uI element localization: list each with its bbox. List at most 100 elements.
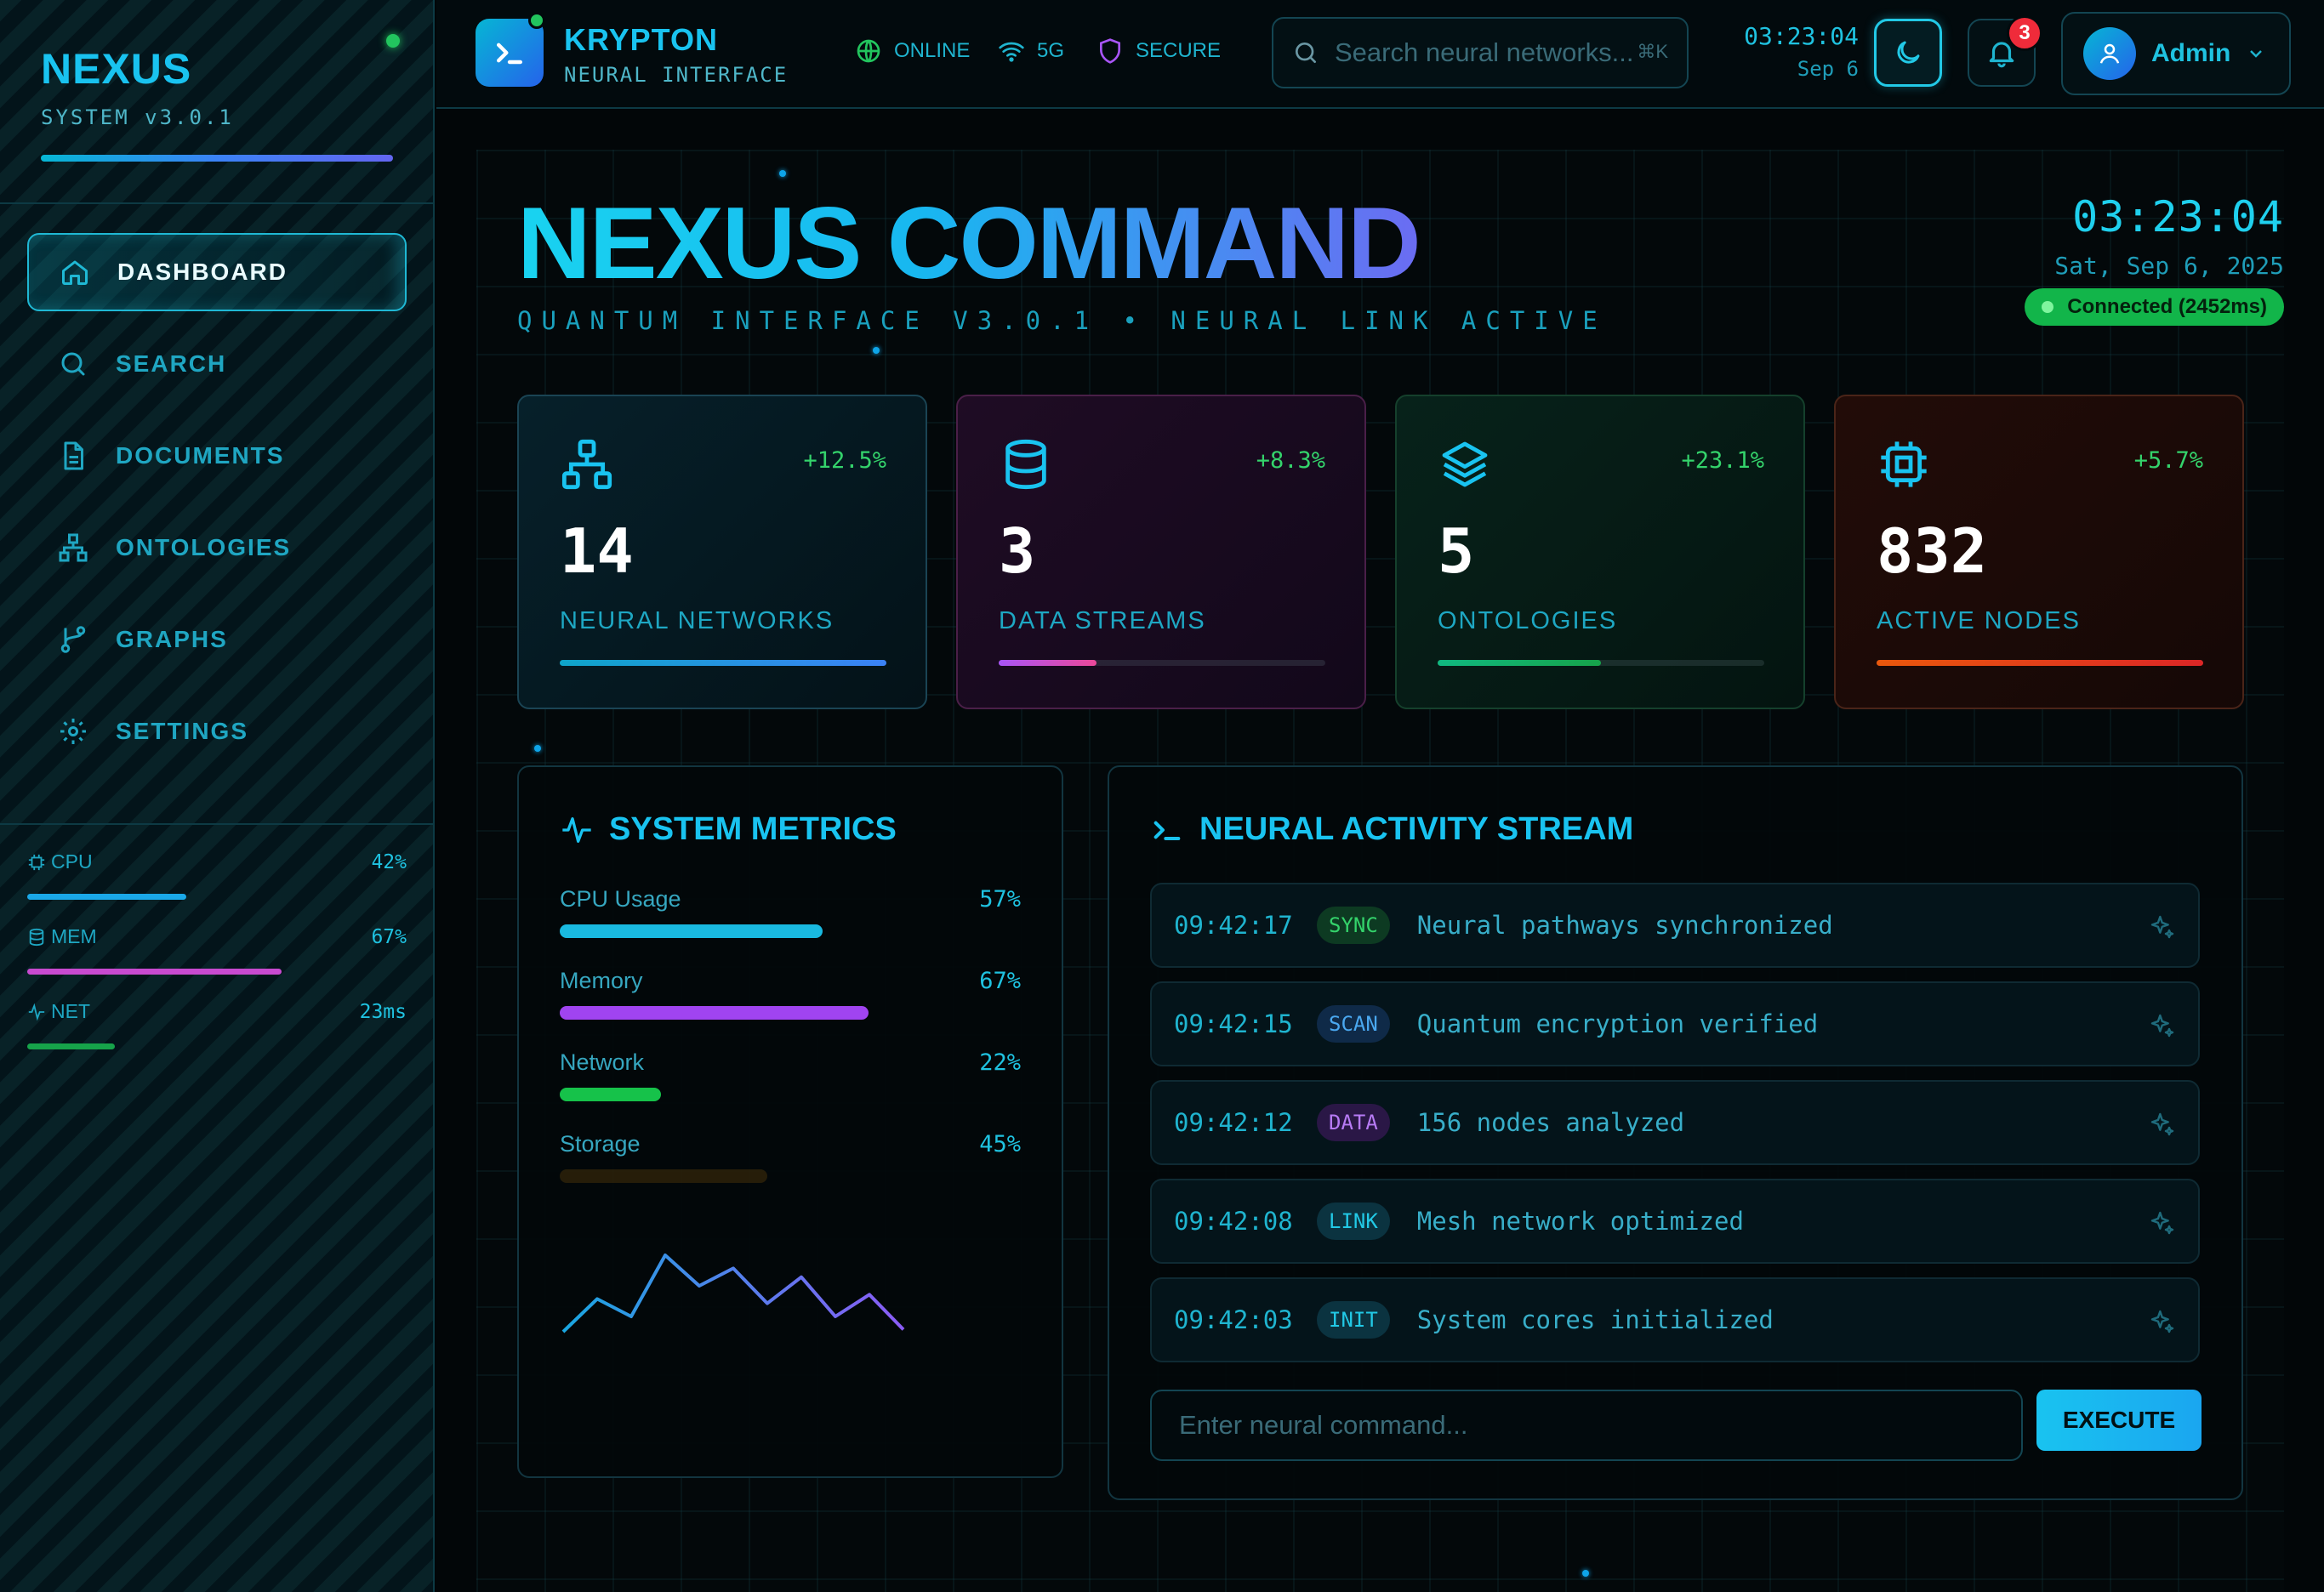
kpi-cards: +12.5% 14 NEURAL NETWORKS +8.3% 3 DATA S…	[517, 395, 2284, 709]
card-ontologies[interactable]: +23.1% 5 ONTOLOGIES	[1395, 395, 1805, 709]
globe-icon	[857, 39, 880, 63]
connection-status: Connected (2452ms)	[2067, 295, 2267, 318]
particle	[534, 745, 541, 752]
sparkles-icon[interactable]	[2149, 1012, 2176, 1039]
top-header: KRYPTON NEURAL INTERFACE ONLINE 5G SECUR…	[436, 0, 2324, 109]
search-shortcut: ⌘K	[1637, 41, 1668, 62]
card-label: NEURAL NETWORKS	[560, 607, 834, 634]
log-entry[interactable]: 09:42:15 SCAN Quantum encryption verifie…	[1150, 981, 2200, 1066]
stat-mem-value: 67%	[371, 925, 407, 948]
shield-icon	[1100, 38, 1120, 64]
activity-stream-panel: NEURAL ACTIVITY STREAM 09:42:17 SYNC Neu…	[1108, 765, 2243, 1500]
card-change: +12.5%	[803, 447, 886, 474]
brand-title: NEXUS	[41, 45, 192, 93]
app-subtitle: NEURAL INTERFACE	[564, 63, 789, 87]
metric-label: CPU Usage	[560, 886, 681, 912]
card-active-nodes[interactable]: +5.7% 832 ACTIVE NODES	[1834, 395, 2244, 709]
log-tag: LINK	[1317, 1203, 1390, 1240]
activity-title: NEURAL ACTIVITY STREAM	[1150, 811, 1633, 848]
command-input[interactable]	[1150, 1390, 2023, 1461]
log-entry[interactable]: 09:42:12 DATA 156 nodes analyzed	[1150, 1080, 2200, 1165]
stat-bar-fill	[27, 1043, 115, 1049]
log-time: 09:42:03	[1174, 1305, 1293, 1334]
search-input[interactable]	[1335, 37, 1641, 68]
nav-item-graphs[interactable]: GRAPHS	[27, 600, 407, 679]
log-tag: SYNC	[1317, 907, 1390, 944]
system-stats: CPU 42% MEM 67% NET 23ms	[27, 850, 407, 1075]
sparkline-path	[561, 1254, 905, 1333]
activity-icon	[562, 816, 591, 843]
status-network-label: 5G	[1037, 39, 1065, 62]
sparkles-icon[interactable]	[2149, 913, 2176, 941]
nav-item-search[interactable]: SEARCH	[27, 325, 407, 403]
metric-memory: Memory 67%	[560, 968, 1021, 1020]
status-online-label: ONLINE	[894, 39, 971, 62]
moon-icon	[1897, 41, 1920, 64]
main-clock: 03:23:04 Sat, Sep 6, 2025 Connected (245…	[1859, 192, 2284, 326]
stat-mem: MEM 67%	[27, 925, 407, 1000]
log-tag: SCAN	[1317, 1005, 1390, 1043]
page-title: NEXUS COMMAND	[517, 186, 1421, 300]
gear-icon	[56, 714, 90, 748]
app-name: KRYPTON	[564, 22, 719, 57]
card-progress	[1438, 660, 1764, 666]
sidebar-nav: DASHBOARD SEARCH DOCUMENTS ONTOLOGIES GR…	[27, 233, 407, 784]
database-icon	[29, 928, 44, 946]
card-value: 5	[1438, 515, 1475, 587]
nav-label: DASHBOARD	[117, 259, 288, 285]
nav-item-dashboard[interactable]: DASHBOARD	[27, 233, 407, 311]
sparkles-icon[interactable]	[2149, 1308, 2176, 1335]
dashboard-main: NEXUS COMMAND QUANTUM INTERFACE V3.0.1 •…	[476, 150, 2284, 1592]
execute-button[interactable]: EXECUTE	[2036, 1390, 2202, 1451]
card-change: +5.7%	[2133, 447, 2203, 474]
card-progress-fill	[560, 660, 886, 666]
sidebar-brand: NEXUS SYSTEM v3.0.1	[41, 44, 234, 129]
search-box[interactable]: ⌘K	[1272, 17, 1689, 88]
stat-bar-fill	[27, 969, 282, 975]
card-value: 832	[1877, 515, 1988, 587]
status-secure-label: SECURE	[1136, 39, 1222, 62]
card-change: +8.3%	[1256, 447, 1325, 474]
user-icon	[2099, 43, 2120, 64]
metric-label: Memory	[560, 968, 643, 993]
card-change: +23.1%	[1681, 447, 1764, 474]
status-indicator	[386, 34, 400, 48]
log-tag: INIT	[1317, 1301, 1390, 1339]
card-value: 14	[560, 515, 634, 587]
metrics-title-text: SYSTEM METRICS	[609, 811, 897, 847]
card-neural-networks[interactable]: +12.5% 14 NEURAL NETWORKS	[517, 395, 927, 709]
sparkles-icon[interactable]	[2149, 1209, 2176, 1237]
card-progress-fill	[999, 660, 1097, 666]
nav-item-ontologies[interactable]: ONTOLOGIES	[27, 509, 407, 587]
card-data-streams[interactable]: +8.3% 3 DATA STREAMS	[956, 395, 1366, 709]
hierarchy-icon	[56, 531, 90, 565]
log-time: 09:42:15	[1174, 1009, 1293, 1038]
header-clock: 03:23:04 Sep 6	[1729, 22, 1859, 81]
stat-cpu-value: 42%	[371, 850, 407, 873]
log-entry[interactable]: 09:42:08 LINK Mesh network optimized	[1150, 1179, 2200, 1264]
network-icon	[560, 437, 614, 496]
metric-storage: Storage 45%	[560, 1131, 1021, 1183]
nav-item-documents[interactable]: DOCUMENTS	[27, 417, 407, 495]
activity-sparkline	[561, 1254, 905, 1333]
metric-bar	[560, 1169, 767, 1183]
log-entry[interactable]: 09:42:17 SYNC Neural pathways synchroniz…	[1150, 883, 2200, 968]
log-time: 09:42:12	[1174, 1108, 1293, 1137]
theme-toggle-button[interactable]	[1874, 19, 1942, 87]
stat-net-label: NET	[51, 1000, 90, 1022]
sidebar-divider	[0, 823, 435, 825]
sparkles-icon[interactable]	[2149, 1111, 2176, 1138]
nav-item-settings[interactable]: SETTINGS	[27, 692, 407, 770]
status-online: ONLINE	[855, 37, 970, 65]
app-logo[interactable]	[476, 19, 544, 87]
stat-net-value: 23ms	[359, 1000, 407, 1023]
card-progress	[1877, 660, 2203, 666]
user-menu-button[interactable]: Admin	[2061, 12, 2291, 95]
log-entry[interactable]: 09:42:03 INIT System cores initialized	[1150, 1277, 2200, 1362]
log-tag: DATA	[1317, 1104, 1390, 1141]
sidebar-divider	[0, 202, 435, 204]
stat-label: NET	[27, 1000, 90, 1023]
nav-label: GRAPHS	[116, 626, 228, 652]
log-time: 09:42:08	[1174, 1207, 1293, 1236]
metric-value: 22%	[979, 1049, 1021, 1076]
